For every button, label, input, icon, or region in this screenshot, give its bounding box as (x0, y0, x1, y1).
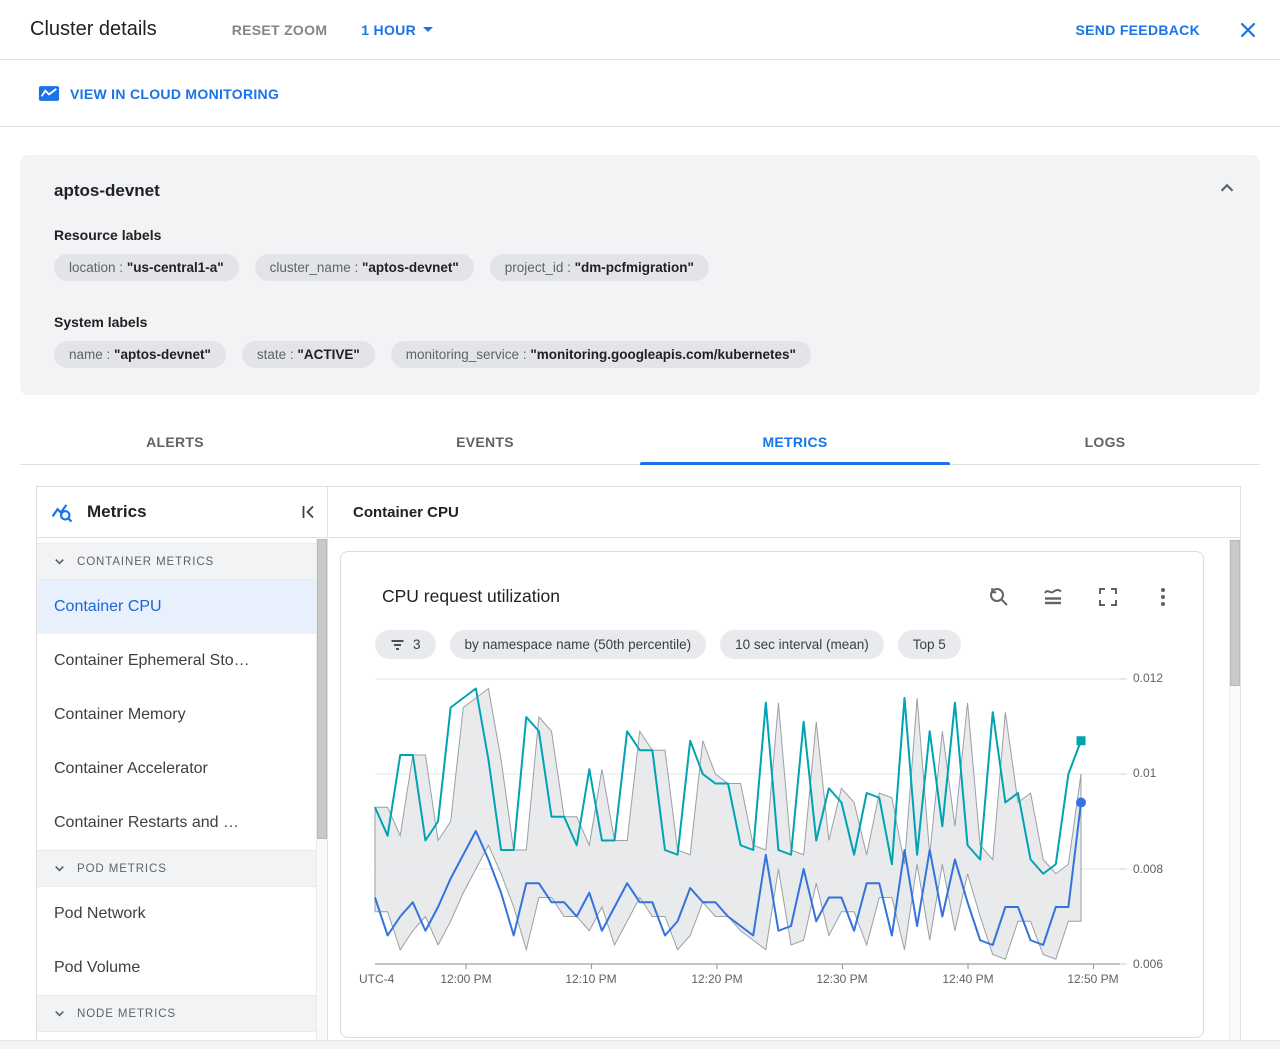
section-container-metrics[interactable]: CONTAINER METRICS (37, 543, 327, 580)
section-label: CONTAINER METRICS (77, 555, 215, 568)
sidebar-item-container-restarts[interactable]: Container Restarts and … (37, 796, 316, 850)
metrics-icon (51, 504, 73, 523)
system-label-chip: monitoring_service : "monitoring.googlea… (390, 341, 811, 368)
collapse-sidebar-button[interactable] (299, 501, 319, 523)
label-key: name (69, 347, 103, 362)
chevron-down-icon (55, 559, 64, 565)
tab-label: EVENTS (456, 433, 514, 450)
sidebar-item-container-ephemeral-storage[interactable]: Container Ephemeral Sto… (37, 634, 316, 688)
tab-events[interactable]: EVENTS (330, 419, 640, 464)
tab-label: ALERTS (146, 433, 204, 450)
section-label: NODE METRICS (77, 1007, 176, 1020)
panel-collapse-button[interactable] (1216, 177, 1238, 199)
label-key: project_id (504, 260, 564, 275)
y-axis-tick: 0.006 (1133, 957, 1164, 971)
label-key: cluster_name (269, 260, 351, 275)
label-separator: : (350, 260, 362, 275)
chart-pane-header: Container CPU (329, 487, 1240, 538)
time-range-dropdown[interactable]: 1 HOUR (361, 22, 433, 38)
tab-metrics[interactable]: METRICS (640, 419, 950, 465)
tab-label: LOGS (1084, 433, 1126, 450)
x-axis-tick: 12:20 PM (691, 972, 743, 986)
system-labels-title: System labels (54, 314, 148, 330)
chevron-up-icon (1220, 183, 1234, 192)
resource-label-chip: project_id : "dm-pcfmigration" (489, 254, 709, 281)
system-label-chip: state : "ACTIVE" (241, 341, 375, 368)
chart-pane-scrollbar-thumb[interactable] (1230, 540, 1240, 686)
close-button[interactable] (1238, 19, 1258, 41)
resource-labels-row: location : "us-central1-a" cluster_name … (54, 254, 709, 281)
section-pod-metrics[interactable]: POD METRICS (37, 850, 327, 887)
tab-bar: ALERTS EVENTS METRICS LOGS (20, 419, 1260, 465)
label-separator: : (102, 347, 115, 362)
active-tab-underline (640, 462, 950, 465)
sidebar-item-pod-volume[interactable]: Pod Volume (37, 941, 316, 995)
metrics-sidebar: Metrics CONTAINER METRICS Container CPU … (37, 487, 328, 1040)
label-separator: : (519, 347, 531, 362)
section-node-metrics[interactable]: NODE METRICS (37, 995, 327, 1032)
tab-logs[interactable]: LOGS (950, 419, 1260, 464)
view-in-cloud-monitoring-link[interactable]: VIEW IN CLOUD MONITORING (38, 85, 279, 102)
metrics-list: CONTAINER METRICS Container CPU Containe… (37, 539, 327, 1040)
monitoring-bar: VIEW IN CLOUD MONITORING (0, 61, 1280, 127)
cluster-name: aptos-devnet (54, 181, 160, 200)
time-range-value: 1 HOUR (361, 21, 416, 38)
resource-labels-title: Resource labels (54, 227, 162, 243)
monitoring-chart-icon (38, 86, 60, 101)
label-value: "us-central1-a" (126, 260, 224, 275)
sidebar-item-container-accelerator[interactable]: Container Accelerator (37, 742, 316, 796)
chart-pane-title: Container CPU (353, 503, 459, 521)
label-value: "dm-pcfmigration" (574, 260, 694, 275)
label-value: "aptos-devnet" (361, 260, 459, 275)
label-separator: : (563, 260, 575, 275)
sidebar-scrollbar-thumb[interactable] (317, 539, 327, 839)
monitoring-link-label: VIEW IN CLOUD MONITORING (70, 85, 280, 102)
cpu-utilization-chart[interactable] (341, 552, 1205, 997)
x-axis-tick: 12:50 PM (1067, 972, 1119, 986)
reset-zoom-button[interactable]: RESET ZOOM (232, 22, 328, 38)
label-value: "aptos-devnet" (114, 347, 211, 362)
x-axis-tick: 12:30 PM (816, 972, 868, 986)
system-labels-row: name : "aptos-devnet" state : "ACTIVE" m… (54, 341, 811, 368)
metrics-content: Metrics CONTAINER METRICS Container CPU … (36, 486, 1241, 1040)
section-label: POD METRICS (77, 862, 167, 875)
dialog-header: Cluster details RESET ZOOM 1 HOUR SEND F… (0, 0, 1280, 60)
x-axis-tick: 12:10 PM (565, 972, 617, 986)
x-axis-tick: 12:40 PM (942, 972, 994, 986)
sidebar-header: Metrics (37, 487, 327, 538)
close-icon (1240, 22, 1256, 37)
timezone-label: UTC-4 (359, 972, 395, 986)
system-label-chip: name : "aptos-devnet" (54, 341, 226, 368)
label-key: monitoring_service (405, 347, 520, 362)
resource-label-chip: location : "us-central1-a" (54, 254, 239, 281)
page-title: Cluster details (30, 18, 157, 40)
send-feedback-button[interactable]: SEND FEEDBACK (1076, 22, 1200, 38)
label-key: location (69, 260, 116, 275)
label-value: "ACTIVE" (297, 347, 360, 362)
chevron-down-icon (422, 27, 433, 32)
sidebar-item-container-cpu[interactable]: Container CPU (37, 580, 316, 634)
tab-alerts[interactable]: ALERTS (20, 419, 330, 464)
label-value: "monitoring.googleapis.com/kubernetes" (530, 347, 796, 362)
label-separator: : (286, 347, 298, 362)
chevron-down-icon (55, 866, 64, 872)
cluster-summary-panel: aptos-devnet Resource labels location : … (20, 155, 1260, 395)
tab-label: METRICS (762, 433, 828, 450)
collapse-panel-icon (302, 505, 314, 519)
y-axis-tick: 0.01 (1133, 766, 1157, 780)
chevron-down-icon (55, 1011, 64, 1017)
sidebar-item-container-memory[interactable]: Container Memory (37, 688, 316, 742)
y-axis-tick: 0.008 (1133, 862, 1164, 876)
chart-card: CPU request utilization 3 by namespace n… (340, 551, 1204, 1038)
bottom-strip (0, 1040, 1280, 1049)
label-separator: : (115, 260, 127, 275)
x-axis-tick: 12:00 PM (440, 972, 492, 986)
chart-pane: Container CPU CPU request utilization 3 … (329, 487, 1240, 1040)
label-key: state (256, 347, 287, 362)
y-axis-tick: 0.012 (1133, 671, 1164, 685)
sidebar-title: Metrics (87, 502, 147, 521)
sidebar-item-pod-network[interactable]: Pod Network (37, 887, 316, 941)
resource-label-chip: cluster_name : "aptos-devnet" (254, 254, 474, 281)
